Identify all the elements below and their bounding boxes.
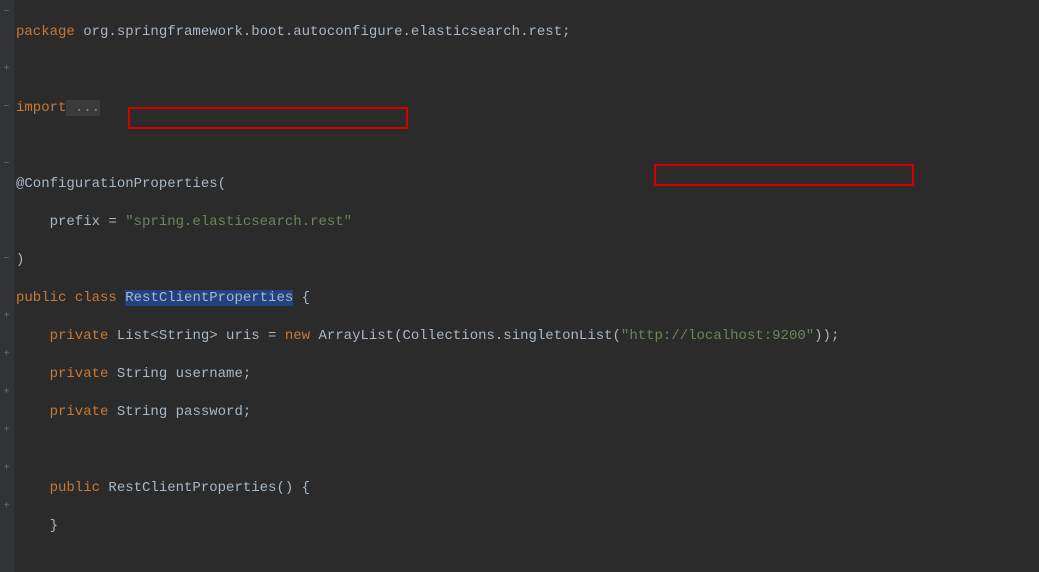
code-line: prefix = "spring.elasticsearch.rest": [16, 213, 1035, 232]
code-line: private String password;: [16, 403, 1035, 422]
code-editor[interactable]: − + − − − + + + + + + package org.spring…: [0, 0, 1039, 572]
code-line: @ConfigurationProperties(: [16, 175, 1035, 194]
code-line: package org.springframework.boot.autocon…: [16, 23, 1035, 42]
selected-class-name: RestClientProperties: [125, 290, 293, 306]
code-area[interactable]: package org.springframework.boot.autocon…: [14, 0, 1039, 572]
code-line: import ...: [16, 99, 1035, 118]
code-line: public RestClientProperties() {: [16, 479, 1035, 498]
code-line: private String username;: [16, 365, 1035, 384]
code-line: ): [16, 251, 1035, 270]
code-line: public class RestClientProperties {: [16, 289, 1035, 308]
code-line: }: [16, 517, 1035, 536]
code-line: private List<String> uris = new ArrayLis…: [16, 327, 1035, 346]
gutter: [0, 0, 14, 572]
